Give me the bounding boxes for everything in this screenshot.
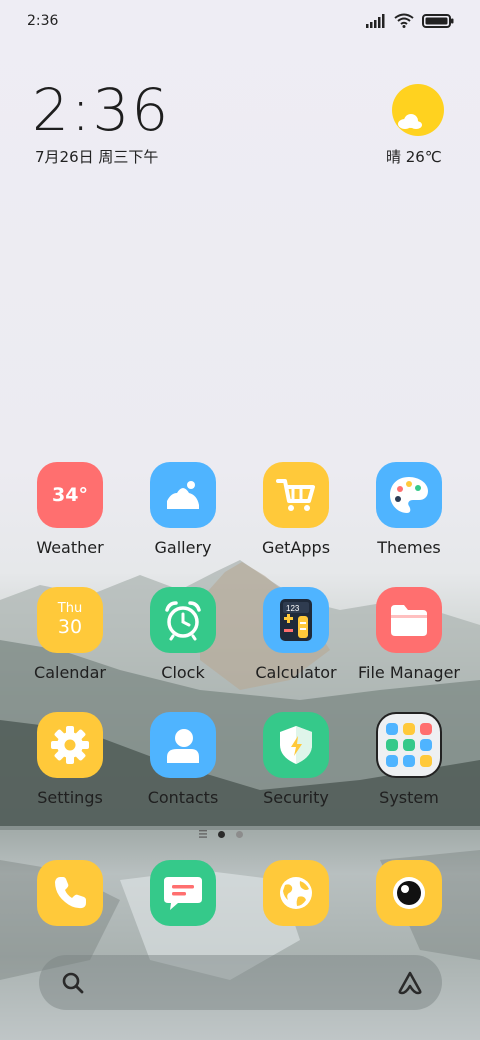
app-label: Weather [36,538,104,557]
signal-icon [366,13,385,28]
menu-lines-icon [199,830,207,838]
calculator-icon: 123 [263,587,329,653]
person-icon [150,712,216,778]
page-dot [236,830,243,838]
phone-icon[interactable] [37,860,103,926]
assistant-icon[interactable] [396,969,424,997]
app-label: Gallery [154,538,212,557]
battery-icon [422,13,454,28]
app-label: Settings [37,788,103,807]
weather-widget-text: 晴 26℃ [386,148,442,166]
app-label: System [379,788,439,807]
camera-icon[interactable] [376,860,442,926]
status-bar: 2:36 [0,0,480,42]
page-dot-active [218,830,225,838]
app-label: Security [263,788,329,807]
weather-icon: 34° [37,462,103,528]
app-label: Calendar [34,663,106,682]
calculator-display: 123 [286,604,300,613]
app-contacts[interactable]: Contacts [128,712,238,807]
sun-cloud-icon [392,84,444,136]
app-getapps[interactable]: GetApps [241,462,351,557]
search-icon[interactable] [61,971,85,995]
folder-icon [376,587,442,653]
app-label: GetApps [261,538,331,557]
shield-icon [263,712,329,778]
app-security[interactable]: Security [241,712,351,807]
app-calendar[interactable]: Thu 30 Calendar [15,587,125,682]
status-time: 2:36 [27,13,59,29]
app-calculator[interactable]: 123 Calculator [241,587,351,682]
app-clock[interactable]: Clock [128,587,238,682]
palette-icon [376,462,442,528]
message-icon[interactable] [150,860,216,926]
weather-temperature-badge: 34° [52,484,88,506]
app-themes[interactable]: Themes [354,462,464,557]
app-label: Calculator [255,663,337,682]
calendar-icon: Thu 30 [37,587,103,653]
cart-icon [263,462,329,528]
page-indicator[interactable] [199,830,243,838]
alarm-clock-icon [150,587,216,653]
app-weather[interactable]: 34° Weather [15,462,125,557]
clock-widget-time[interactable]: 2:36 [32,78,170,142]
app-settings[interactable]: Settings [15,712,125,807]
gallery-icon [150,462,216,528]
search-bar[interactable] [39,955,442,1010]
clock-widget-date[interactable]: 7月26日 周三下午 [35,146,158,167]
globe-icon[interactable] [263,860,329,926]
wifi-icon [394,13,414,28]
calendar-day: Thu [57,601,83,616]
calendar-date: 30 [57,616,83,638]
folder-grid-icon [376,712,442,778]
app-label: Contacts [147,788,219,807]
app-label: Clock [161,663,205,682]
folder-system[interactable]: System [354,712,464,807]
app-file-manager[interactable]: File Manager [354,587,464,682]
app-label: File Manager [358,663,460,682]
status-icons [366,13,454,28]
gear-icon [37,712,103,778]
app-gallery[interactable]: Gallery [128,462,238,557]
app-label: Themes [377,538,441,557]
